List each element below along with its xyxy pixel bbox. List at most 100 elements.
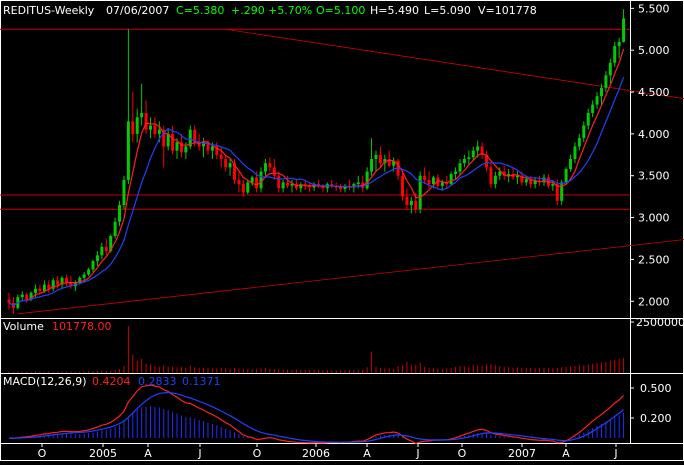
- price-tick-label: 3.500: [638, 170, 670, 183]
- volume-value: 101778.00: [52, 320, 112, 333]
- candle-series: [7, 9, 626, 314]
- macd-signal-value: 0.2833: [138, 375, 177, 388]
- candle-body: [427, 179, 431, 185]
- panel-frames: [0, 0, 684, 461]
- candle-body: [122, 179, 126, 206]
- candle-body: [250, 177, 254, 183]
- price-tick-label: 3.000: [638, 212, 670, 225]
- header-change-pct: +5.70%: [268, 4, 312, 17]
- candle-body: [524, 179, 528, 183]
- macd-tick-label: 0.200: [640, 412, 672, 425]
- candle-body: [551, 184, 555, 186]
- candle-body: [144, 112, 148, 130]
- candle-body: [104, 246, 108, 252]
- candle-body: [471, 150, 475, 158]
- candle-body: [586, 112, 590, 126]
- candle-body: [591, 104, 595, 113]
- chart-svg: 2.000 2.500 3.000 3.500 4.000 4.500 5.000 5.500…: [0, 0, 684, 461]
- price-tick-label: 2.500: [638, 253, 670, 266]
- candle-body: [414, 200, 418, 210]
- candle-body: [617, 41, 621, 47]
- x-tick-label: 2006: [302, 447, 330, 460]
- x-axis-ticks: O 2005 A J O 2006 A J O 2007 A J: [38, 443, 618, 460]
- candle-body: [569, 159, 573, 170]
- candle-body: [175, 142, 179, 151]
- candle-body: [184, 146, 188, 153]
- header-volume: V=101778: [478, 4, 537, 17]
- trendline: [17, 239, 684, 315]
- volume-tick-label: 2500000: [636, 316, 684, 329]
- candle-body: [458, 163, 462, 172]
- candle-body: [423, 175, 427, 180]
- price-tick-label: 4.500: [638, 86, 670, 99]
- candle-body: [126, 121, 130, 180]
- candle-body: [489, 167, 493, 185]
- x-tick-label: O: [253, 447, 262, 460]
- candle-body: [582, 125, 586, 139]
- candle-body: [268, 163, 272, 168]
- candle-body: [622, 18, 626, 42]
- x-tick-label: 2005: [89, 447, 117, 460]
- candle-body: [56, 280, 60, 285]
- candle-body: [38, 288, 42, 292]
- header-close: C=5.380: [176, 4, 224, 17]
- x-tick-label: O: [38, 447, 47, 460]
- candle-body: [613, 46, 617, 63]
- candle-body: [476, 146, 480, 151]
- candle-body: [237, 179, 241, 185]
- candle-body: [599, 87, 603, 97]
- candle-body: [228, 163, 232, 168]
- macd-signal-line: [8, 391, 624, 443]
- candle-body: [339, 187, 343, 190]
- candle-body: [255, 177, 259, 189]
- macd-value: 0.4204: [92, 375, 131, 388]
- candle-body: [573, 146, 577, 159]
- header-open: O=5.100: [316, 4, 365, 17]
- x-tick-label: A: [363, 447, 371, 460]
- candle-body: [604, 75, 608, 88]
- candle-body: [272, 167, 276, 176]
- stock-chart: 2.000 2.500 3.000 3.500 4.000 4.500 5.000 5.500…: [0, 0, 684, 461]
- x-tick-label: 2007: [508, 447, 536, 460]
- candle-body: [401, 175, 405, 197]
- y-axis-ticks: 2.000 2.500 3.000 3.500 4.000 4.500 5.000 5.500…: [630, 2, 684, 425]
- header-high: H=5.490: [370, 4, 419, 17]
- header-low: L=5.090: [424, 4, 471, 17]
- candle-body: [113, 221, 117, 236]
- trendlines: [17, 28, 684, 315]
- candle-body: [259, 171, 263, 189]
- candle-body: [462, 159, 466, 164]
- x-tick-label: J: [613, 447, 617, 460]
- candle-body: [277, 175, 281, 189]
- candle-body: [118, 205, 122, 222]
- candle-body: [95, 255, 99, 262]
- candle-body: [148, 125, 152, 130]
- volume-label: Volume: [3, 320, 44, 333]
- candle-body: [378, 154, 382, 164]
- candle-body: [263, 163, 267, 172]
- header-symbol: REDITUS-Weekly: [3, 4, 95, 17]
- candle-body: [246, 182, 250, 193]
- candle-body: [595, 96, 599, 105]
- candle-body: [467, 157, 471, 159]
- x-tick-label: A: [144, 447, 152, 460]
- candle-body: [87, 269, 91, 275]
- candle-body: [100, 246, 104, 256]
- ma-long-line: [8, 76, 625, 307]
- candle-body: [577, 138, 581, 147]
- candle-body: [153, 125, 157, 134]
- candle-body: [281, 182, 285, 189]
- volume-bars: [8, 326, 625, 373]
- macd-line: [8, 384, 625, 445]
- candle-body: [157, 129, 161, 134]
- candle-body: [374, 154, 378, 159]
- candle-body: [140, 112, 144, 118]
- x-tick-label: A: [562, 447, 570, 460]
- header-date: 07/06/2007: [106, 4, 169, 17]
- candle-body: [171, 133, 175, 151]
- candle-body: [224, 159, 228, 168]
- candle-body: [135, 117, 139, 134]
- moving-averages: [8, 48, 625, 307]
- candle-body: [25, 294, 29, 300]
- candle-body: [20, 294, 24, 298]
